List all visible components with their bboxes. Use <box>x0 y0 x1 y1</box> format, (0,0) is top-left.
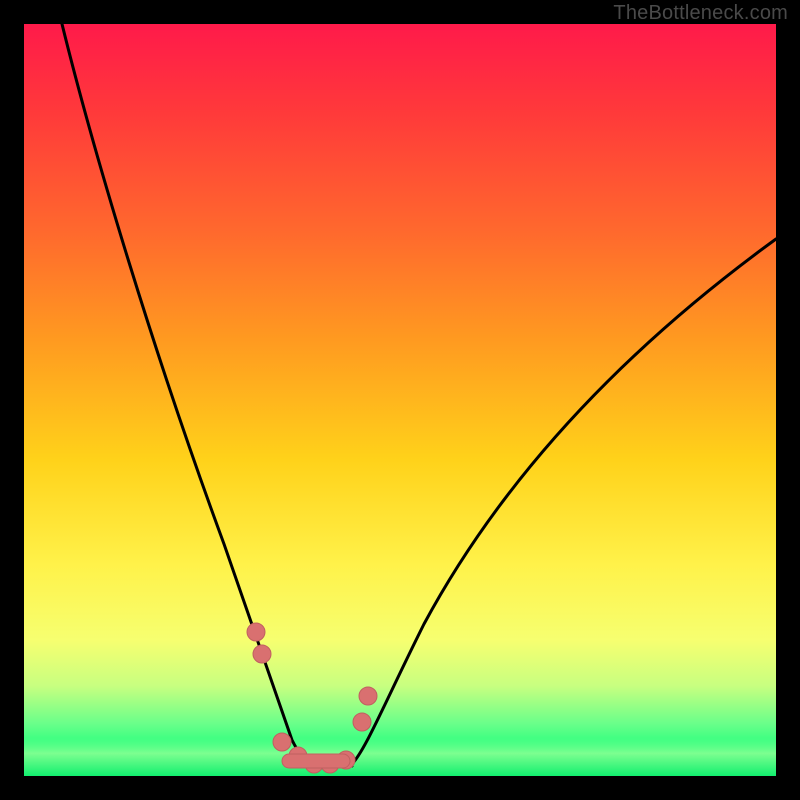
curve-right-branch <box>350 239 776 766</box>
marker-dot <box>253 645 271 663</box>
marker-dot <box>273 733 291 751</box>
marker-dot <box>247 623 265 641</box>
marker-dot <box>353 713 371 731</box>
marker-dot <box>359 687 377 705</box>
chart-svg <box>24 24 776 776</box>
marker-flat-segment <box>282 754 350 768</box>
marker-group <box>247 623 377 773</box>
curve-left-branch <box>62 24 314 766</box>
outer-frame: TheBottleneck.com <box>0 0 800 800</box>
watermark-text: TheBottleneck.com <box>613 2 788 25</box>
plot-area <box>24 24 776 776</box>
